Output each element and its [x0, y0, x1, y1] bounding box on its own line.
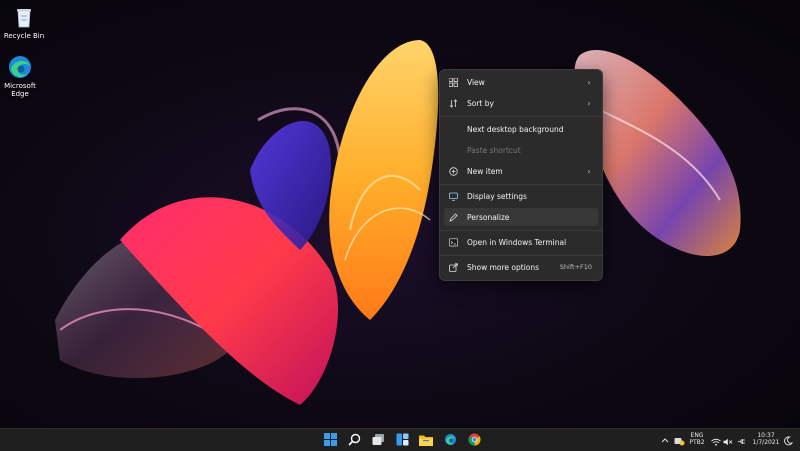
desktop-icon-label-line1: Microsoft [4, 82, 36, 90]
chevron-up-icon [661, 436, 669, 445]
keyboard-layout-label: PTB2 [689, 439, 705, 446]
menu-item-next-background[interactable]: Next desktop background [444, 120, 598, 138]
menu-item-label: Show more options [467, 262, 540, 272]
sort-icon [448, 98, 458, 108]
start-button[interactable] [322, 432, 338, 448]
menu-separator [440, 230, 602, 231]
plus-circle-icon [448, 166, 458, 176]
menu-item-show-more-options[interactable]: Show more options Shift+F10 [444, 258, 598, 276]
recycle-bin-icon [11, 4, 37, 30]
clock[interactable]: 10:37 1/7/2021 [752, 432, 780, 446]
widgets-button[interactable] [394, 432, 410, 448]
menu-item-label: New item [467, 166, 503, 176]
chevron-right-icon: › [587, 166, 591, 176]
menu-item-paste-shortcut: Paste shortcut [444, 141, 598, 159]
menu-separator [440, 184, 602, 185]
volume-muted-icon [723, 431, 733, 450]
desktop-context-menu: View › Sort by › Next desktop background… [439, 69, 603, 281]
edge-icon [7, 54, 33, 80]
menu-item-view[interactable]: View › [444, 73, 598, 91]
plug-icon [737, 431, 746, 450]
grid-icon [448, 77, 458, 87]
menu-item-label: Next desktop background [467, 124, 564, 134]
menu-item-label: View [467, 77, 485, 87]
desktop-icon-label-line2: Edge [11, 90, 29, 98]
widgets-icon [396, 431, 409, 450]
tray-app-button[interactable] [672, 432, 686, 448]
desktop-icon-edge[interactable]: Microsoft Edge [0, 54, 44, 98]
task-view-icon [372, 431, 385, 450]
volume-button[interactable] [722, 432, 734, 448]
network-button[interactable] [710, 432, 722, 448]
tray-overflow-button[interactable] [660, 432, 670, 448]
cloud-icon [674, 431, 685, 450]
input-language-indicator[interactable]: ENG PTB2 [686, 432, 708, 446]
menu-item-sort-by[interactable]: Sort by › [444, 94, 598, 112]
language-label: ENG [690, 432, 704, 439]
chevron-right-icon: › [587, 77, 591, 87]
menu-item-label: Open in Windows Terminal [467, 237, 567, 247]
menu-item-label: Paste shortcut [467, 145, 521, 155]
menu-separator [440, 255, 602, 256]
taskbar: ENG PTB2 10:37 1/7/2021 [0, 428, 800, 451]
notification-moon-icon [783, 431, 794, 450]
edge-taskbar-button[interactable] [442, 432, 458, 448]
clock-date: 1/7/2021 [752, 439, 780, 446]
edge-icon [444, 431, 457, 450]
desktop-icon-recycle-bin[interactable]: Recycle Bin [0, 4, 48, 40]
search-button[interactable] [346, 432, 362, 448]
search-icon [347, 431, 361, 450]
desktop-icon-label: Recycle Bin [3, 32, 45, 40]
blank-icon [448, 124, 458, 134]
menu-item-new-item[interactable]: New item › [444, 162, 598, 180]
start-icon [323, 431, 337, 450]
notifications-button[interactable] [781, 432, 795, 448]
desktop-wallpaper[interactable] [0, 0, 800, 428]
pen-icon [448, 212, 458, 222]
display-icon [448, 191, 458, 201]
menu-item-label: Personalize [467, 212, 510, 222]
menu-item-personalize[interactable]: Personalize [444, 208, 598, 226]
menu-item-label: Sort by [467, 98, 494, 108]
power-button[interactable] [735, 432, 747, 448]
chevron-right-icon: › [587, 98, 591, 108]
menu-item-shortcut: Shift+F10 [559, 263, 592, 271]
file-explorer-icon [419, 431, 433, 450]
share-icon [448, 262, 458, 272]
task-view-button[interactable] [370, 432, 386, 448]
terminal-icon [448, 237, 458, 247]
file-explorer-button[interactable] [418, 432, 434, 448]
clock-time: 10:37 [757, 432, 775, 439]
menu-item-display-settings[interactable]: Display settings [444, 187, 598, 205]
menu-item-open-terminal[interactable]: Open in Windows Terminal [444, 233, 598, 251]
chrome-icon [467, 431, 481, 450]
menu-item-label: Display settings [467, 191, 527, 201]
chrome-taskbar-button[interactable] [466, 432, 482, 448]
blank-icon [448, 145, 458, 155]
menu-separator [440, 116, 602, 117]
wifi-icon [711, 431, 721, 450]
bloom-artwork [55, 40, 741, 405]
